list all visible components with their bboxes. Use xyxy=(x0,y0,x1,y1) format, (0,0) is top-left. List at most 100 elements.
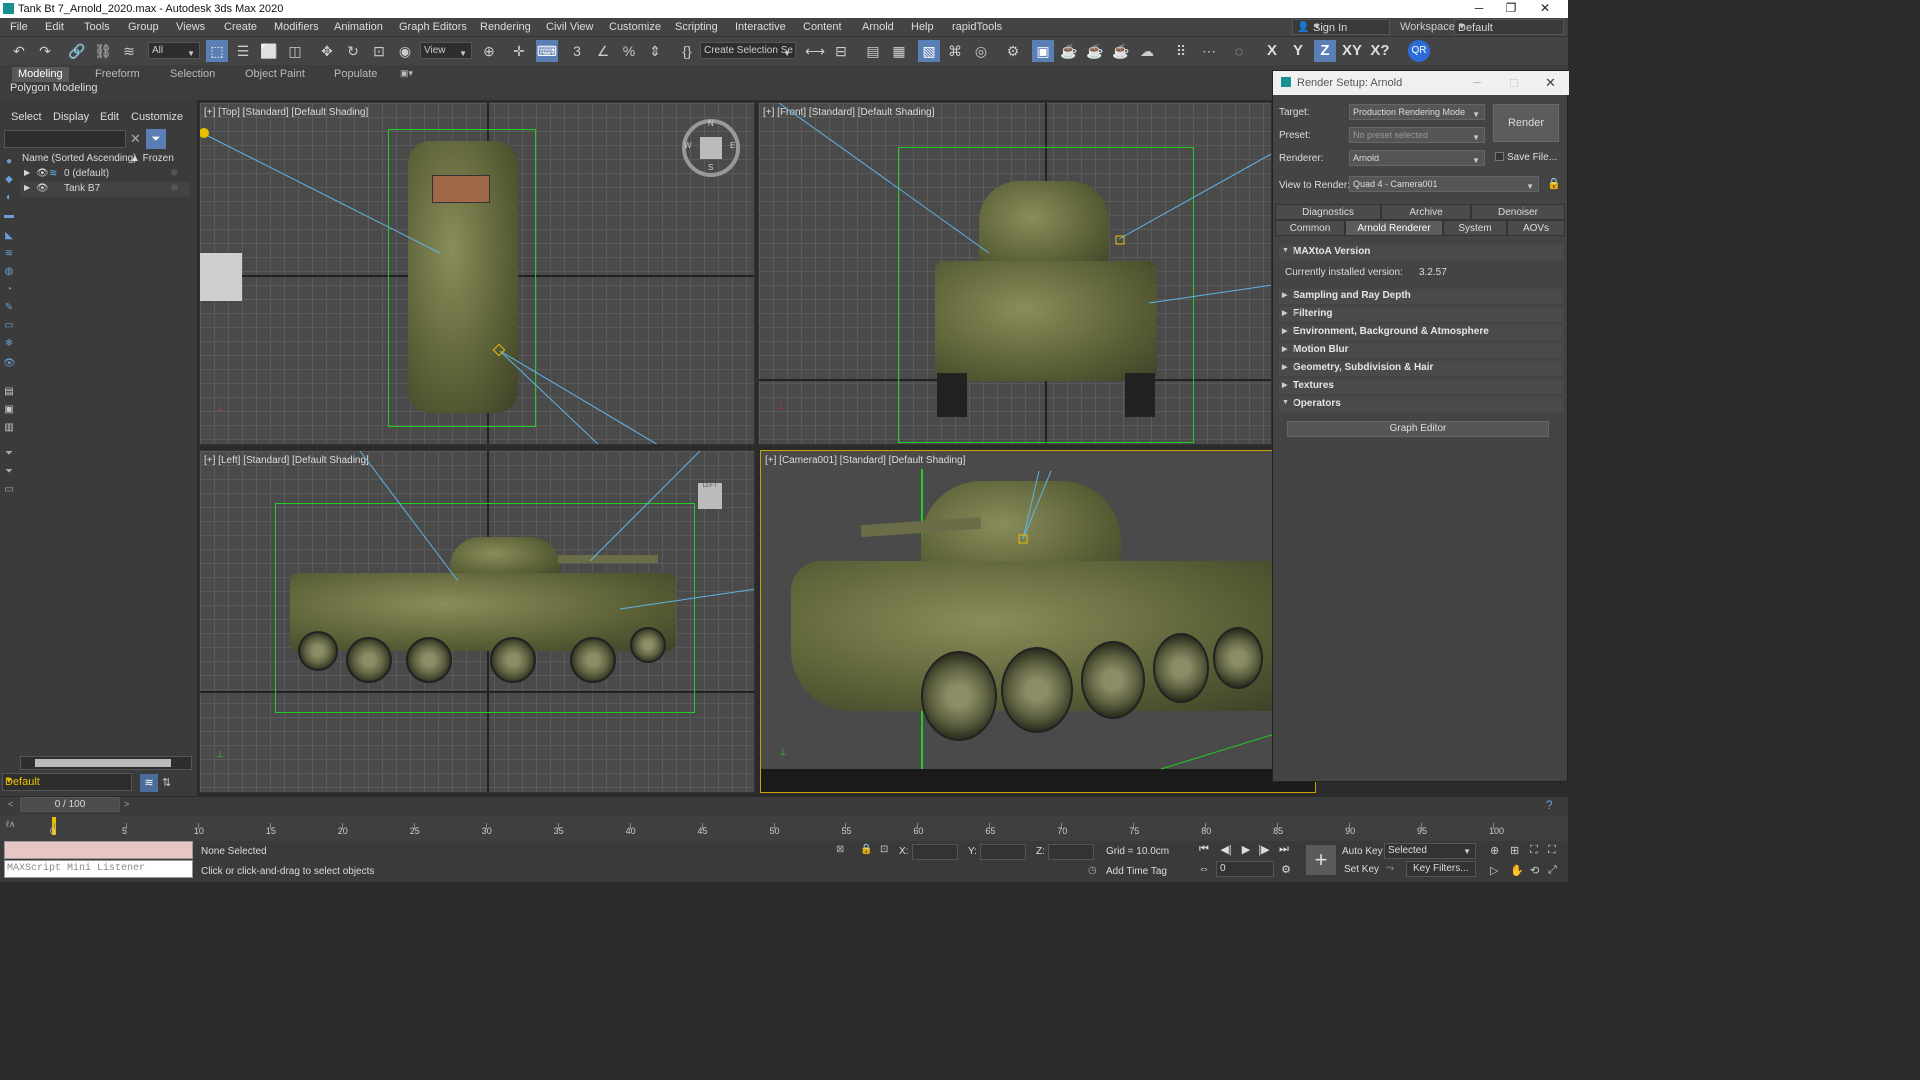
angle-snap-icon[interactable]: ∠ xyxy=(592,40,614,62)
expand-icon[interactable]: ▶ xyxy=(24,183,30,192)
next-frame-icon[interactable]: |▶ xyxy=(1256,843,1272,856)
ribbon-options-icon[interactable]: ▣▾ xyxy=(394,67,419,82)
unlink-icon[interactable]: ⛓ xyxy=(92,40,114,62)
tab-selection[interactable]: Selection xyxy=(164,67,221,82)
render-activeshade-icon[interactable]: ☕ xyxy=(1110,40,1132,62)
preset-dropdown[interactable]: No preset selected ▼ xyxy=(1349,127,1485,143)
list-item[interactable]: ▶ 👁 ≋ 0 (default) ❄ xyxy=(20,167,190,182)
menu-scripting[interactable]: Scripting xyxy=(675,21,718,33)
menu-tools[interactable]: Tools xyxy=(84,21,110,33)
axis-xy-button[interactable]: XY xyxy=(1340,40,1364,62)
set-key-button[interactable]: Set Key xyxy=(1344,864,1379,875)
scrollbar-thumb[interactable] xyxy=(35,759,171,767)
display-lights-icon[interactable]: ▬ xyxy=(3,210,15,222)
pan-icon[interactable]: ✋ xyxy=(1510,864,1524,877)
maximize-viewport-icon[interactable]: ⤢ xyxy=(1548,864,1557,877)
previous-frame-icon[interactable]: ◀| xyxy=(1218,843,1234,856)
list-item[interactable]: ▶ 👁 Tank B7 ❄ xyxy=(20,182,190,197)
rollout-environment[interactable]: ▶ Environment, Background & Atmosphere ⁝ xyxy=(1279,325,1563,340)
scene-menu-select[interactable]: Select xyxy=(11,111,42,123)
zoom-all-icon[interactable]: ⊞ xyxy=(1510,844,1519,857)
rollout-sampling[interactable]: ▶ Sampling and Ray Depth ⁝ xyxy=(1279,289,1563,304)
tab-diagnostics[interactable]: Diagnostics xyxy=(1275,204,1381,220)
arnold-tool-3-icon[interactable]: ◌ xyxy=(1228,40,1250,62)
tab-common[interactable]: Common xyxy=(1275,220,1345,236)
absolute-mode-icon[interactable]: ⊡ xyxy=(880,844,888,855)
time-slider-thumb[interactable]: 0 / 100 xyxy=(20,797,120,812)
folder-icon[interactable]: ▭ xyxy=(3,484,15,496)
horizontal-scrollbar[interactable] xyxy=(20,756,192,770)
display-xrefs-icon[interactable]: ✎ xyxy=(3,302,15,314)
track-bar[interactable]: ℓ∧ 0 5 10 15 20 25 30 35 40 45 50 55 60 65 70 75 80 85 90 9… xyxy=(0,815,1568,841)
selection-lock-icon[interactable]: 🔒 xyxy=(860,844,872,855)
menu-group[interactable]: Group xyxy=(128,21,159,33)
default-tangent-icon[interactable]: ⤳ xyxy=(1386,863,1394,874)
toolbar-filter-icon[interactable]: ⏷ xyxy=(3,448,15,460)
scene-menu-customize[interactable]: Customize xyxy=(131,111,183,123)
pivot-center-icon[interactable]: ⊕ xyxy=(478,40,500,62)
render-setup-titlebar[interactable]: Render Setup: Arnold ─ ☐ ✕ xyxy=(1273,71,1569,95)
move-icon[interactable]: ✥ xyxy=(316,40,338,62)
go-to-start-icon[interactable]: ⏮ xyxy=(1196,843,1212,856)
render-button[interactable]: Render xyxy=(1493,104,1559,142)
curve-editor-icon[interactable]: ▧ xyxy=(918,40,940,62)
close-button[interactable]: ✕ xyxy=(1530,1,1560,15)
prev-frame-icon[interactable]: < xyxy=(8,799,13,809)
current-frame-field[interactable]: 0 xyxy=(1216,861,1274,877)
menu-arnold[interactable]: Arnold xyxy=(862,21,894,33)
eye-icon[interactable]: 👁 xyxy=(36,168,49,179)
rollout-motion-blur[interactable]: ▶ Motion Blur ⁝ xyxy=(1279,343,1563,358)
display-groups-icon[interactable]: ◔ xyxy=(3,284,15,296)
layer-explorer-icon[interactable]: ▤ xyxy=(862,40,884,62)
tab-denoiser[interactable]: Denoiser xyxy=(1471,204,1565,220)
keyboard-shortcut-override-icon[interactable]: ⌨ xyxy=(536,40,558,62)
rollout-maxtoa-version[interactable]: ▼ MAXtoA Version ⁝ xyxy=(1279,245,1563,260)
toolbar-filter2-icon[interactable]: ⏷ xyxy=(3,466,15,478)
rollout-geometry[interactable]: ▶ Geometry, Subdivision & Hair ⁝ xyxy=(1279,361,1563,376)
next-frame-icon[interactable]: > xyxy=(124,799,129,809)
eye-icon[interactable]: 👁 xyxy=(36,183,49,194)
workspaces-select[interactable]: Default ▼ xyxy=(1454,19,1564,35)
viewport-front[interactable]: [+] [Front] [Standard] [Default Shading]… xyxy=(758,102,1272,445)
select-object-icon[interactable]: ⬚ xyxy=(206,40,228,62)
display-geometry-icon[interactable]: ◆ xyxy=(3,174,15,186)
polygon-modeling-panel[interactable]: Polygon Modeling xyxy=(10,82,97,94)
x-coordinate-field[interactable] xyxy=(912,844,958,860)
display-helpers-icon[interactable]: ≋ xyxy=(3,248,15,260)
render-iterative-icon[interactable]: ☕ xyxy=(1084,40,1106,62)
window-crossing-icon[interactable]: ◫ xyxy=(284,40,306,62)
menu-interactive[interactable]: Interactive xyxy=(735,21,786,33)
select-manipulate-icon[interactable]: ✛ xyxy=(508,40,530,62)
display-children-icon[interactable]: ▤ xyxy=(3,386,15,398)
tab-archive[interactable]: Archive xyxy=(1381,204,1471,220)
menu-civil-view[interactable]: Civil View xyxy=(546,21,593,33)
menu-content[interactable]: Content xyxy=(803,21,842,33)
selection-filter-dropdown[interactable]: All ▼ xyxy=(148,42,200,59)
column-name-header[interactable]: Name (Sorted Ascending) xyxy=(22,153,137,164)
rendered-frame-window-icon[interactable]: ▣ xyxy=(1032,40,1054,62)
menu-rapidtools[interactable]: rapidTools xyxy=(952,21,1002,33)
scene-menu-display[interactable]: Display xyxy=(53,111,89,123)
go-to-end-icon[interactable]: ⏭ xyxy=(1276,843,1292,856)
isolate-icon[interactable]: ⊠ xyxy=(836,844,844,855)
clear-search-icon[interactable]: ✕ xyxy=(130,131,141,147)
display-spacewarps-icon[interactable]: ◍ xyxy=(3,266,15,278)
named-selection-dropdown[interactable]: Create Selection Se ▼ xyxy=(700,42,796,59)
key-selection-dropdown[interactable]: Selected ▼ xyxy=(1384,843,1476,859)
key-mode-toggle-icon[interactable]: ⇔ xyxy=(1196,863,1212,875)
render-setup-icon[interactable]: ⚙ xyxy=(1002,40,1024,62)
tab-modeling[interactable]: Modeling xyxy=(12,67,69,82)
key-filters-button[interactable]: Key Filters... xyxy=(1406,861,1476,877)
save-file-browse-button[interactable]: ... xyxy=(1549,152,1557,163)
menu-edit[interactable]: Edit xyxy=(45,21,64,33)
tab-freeform[interactable]: Freeform xyxy=(89,67,146,82)
schematic-view-icon[interactable]: ⌘ xyxy=(944,40,966,62)
reference-coord-dropdown[interactable]: View ▼ xyxy=(420,42,472,59)
help-icon[interactable]: ? xyxy=(1546,798,1553,812)
set-key-big-icon[interactable]: + xyxy=(1306,845,1336,875)
mirror-icon[interactable]: ⟷ xyxy=(804,40,826,62)
menu-customize[interactable]: Customize xyxy=(609,21,661,33)
arnold-tool-2-icon[interactable]: ⋯ xyxy=(1198,40,1220,62)
filter-icon[interactable]: ⏷ xyxy=(146,129,166,149)
tab-aovs[interactable]: AOVs xyxy=(1507,220,1565,236)
